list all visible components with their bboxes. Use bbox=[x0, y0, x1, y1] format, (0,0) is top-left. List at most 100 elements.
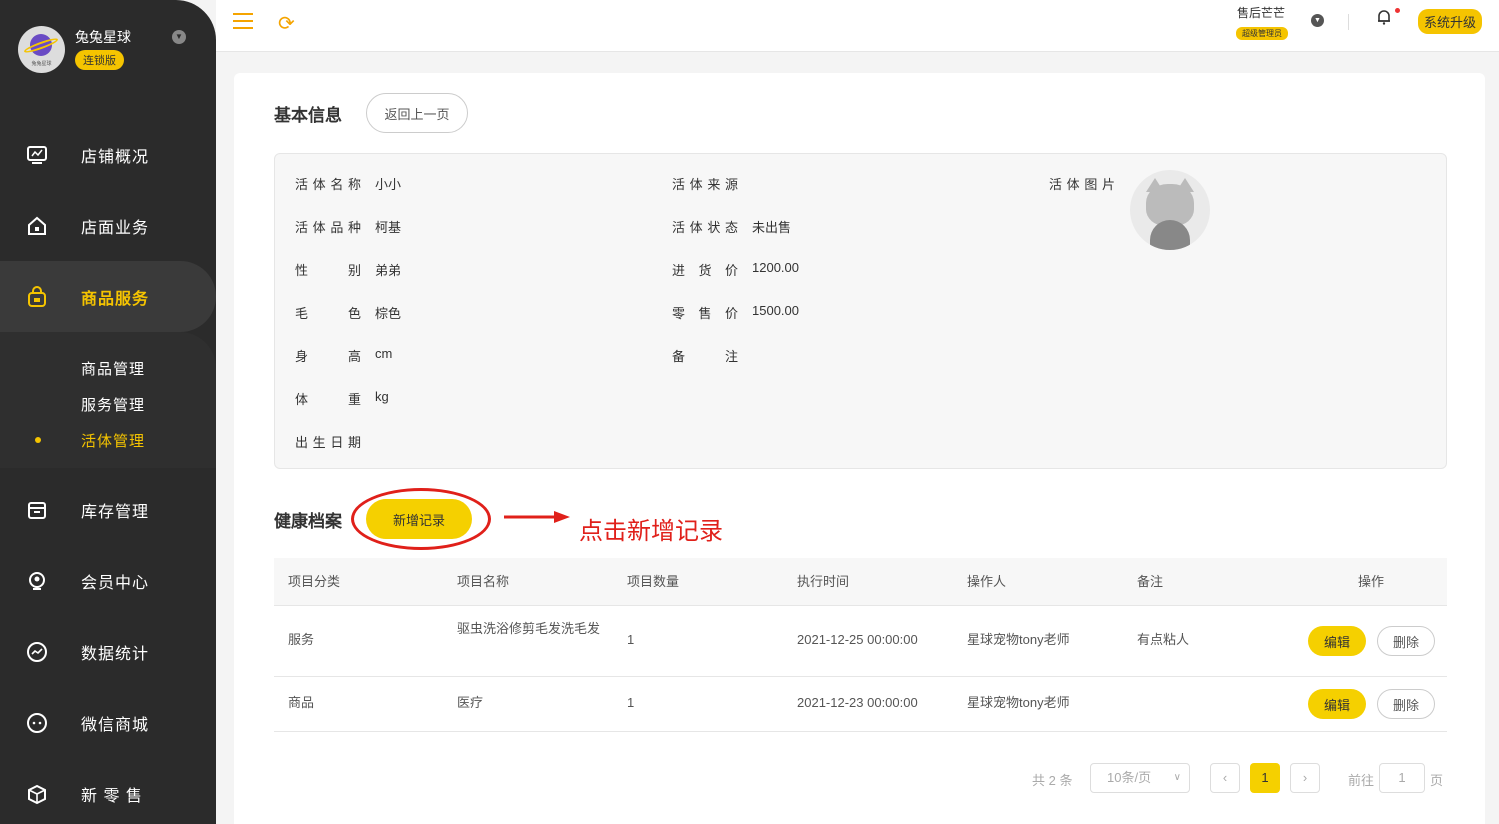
basic-info-title: 基本信息 bbox=[274, 106, 342, 125]
field-source: 活体来源 bbox=[672, 177, 740, 192]
field-status: 活体状态 未出售 bbox=[672, 220, 792, 235]
column-header: 项目名称 bbox=[457, 574, 510, 589]
field-retail-price: 零售价 1500.00 bbox=[672, 303, 799, 321]
basic-info-box: 活体名称 小小 活体品种 柯基 性别 弟弟 毛色 棕色 身高 cm 体重 kg 出生日期 活… bbox=[274, 153, 1447, 469]
field-birthdate: 出生日期 bbox=[295, 435, 363, 450]
bag-icon bbox=[25, 285, 49, 309]
field-weight: 体重 kg bbox=[295, 389, 389, 407]
column-header: 项目数量 bbox=[627, 574, 680, 589]
cell-qty: 1 bbox=[627, 632, 635, 647]
user-role-badge: 超级管理员 bbox=[1236, 27, 1288, 40]
sidebar-item-members[interactable]: 会员中心 bbox=[0, 545, 216, 616]
health-record-title: 健康档案 bbox=[274, 512, 342, 531]
field-breed: 活体品种 柯基 bbox=[295, 220, 402, 235]
cell-time: 2021-12-23 00:00:00 bbox=[797, 695, 918, 710]
notification-dot bbox=[1395, 8, 1400, 13]
goto-page-input[interactable]: 1 bbox=[1379, 763, 1425, 793]
sidebar-subitem-live-animals[interactable]: 活体管理 bbox=[81, 430, 145, 451]
field-remark: 备注 bbox=[672, 349, 740, 364]
sidebar-item-goods-service[interactable]: 商品服务 bbox=[0, 261, 216, 332]
chart-icon bbox=[25, 640, 49, 664]
cell-note: 有点粘人 bbox=[1137, 632, 1190, 647]
top-bar: ⟳ 售后芒芒 超级管理员 ▼ 系统升级 bbox=[216, 0, 1499, 52]
goto-label: 前往 bbox=[1348, 773, 1375, 788]
sidebar-item-label: 数据统计 bbox=[81, 645, 150, 663]
field-height: 身高 cm bbox=[295, 346, 393, 364]
divider bbox=[1348, 14, 1349, 30]
cell-name: 驱虫洗浴修剪毛发洗毛发 bbox=[457, 621, 601, 636]
sidebar-item-new-retail[interactable]: 新 零 售 bbox=[0, 758, 216, 824]
table-row: 商品 医疗 1 2021-12-23 00:00:00 星球宠物tony老师 编… bbox=[274, 677, 1447, 732]
member-icon bbox=[25, 569, 49, 593]
store-avatar[interactable]: 兔兔星球 bbox=[18, 26, 65, 73]
monitor-icon bbox=[25, 143, 49, 167]
user-name[interactable]: 售后芒芒 bbox=[1237, 4, 1285, 21]
sidebar-item-label: 会员中心 bbox=[81, 574, 150, 592]
cell-time: 2021-12-25 00:00:00 bbox=[797, 632, 918, 647]
column-header: 操作 bbox=[1358, 574, 1385, 589]
cell-category: 商品 bbox=[288, 695, 315, 710]
sidebar-item-inventory[interactable]: 库存管理 bbox=[0, 474, 216, 545]
column-header: 操作人 bbox=[967, 574, 1007, 589]
bell-icon[interactable] bbox=[1377, 9, 1391, 29]
sidebar-item-overview[interactable]: 店铺概况 bbox=[0, 119, 216, 190]
field-fur-color: 毛色 棕色 bbox=[295, 306, 402, 321]
cell-qty: 1 bbox=[627, 695, 635, 710]
edit-button[interactable]: 编辑 bbox=[1308, 626, 1366, 656]
column-header: 项目分类 bbox=[288, 574, 341, 589]
field-name: 活体名称 小小 bbox=[295, 177, 402, 192]
delete-button[interactable]: 删除 bbox=[1377, 689, 1435, 719]
prev-page-button[interactable]: ‹ bbox=[1210, 763, 1240, 793]
chevron-down-icon[interactable]: ▼ bbox=[172, 30, 186, 44]
column-header: 备注 bbox=[1137, 574, 1164, 589]
health-record-table: 项目分类 项目名称 项目数量 执行时间 操作人 备注 操作 服务 驱虫洗浴修剪毛… bbox=[274, 558, 1447, 732]
arrow-right-icon bbox=[504, 511, 570, 523]
animal-photo[interactable] bbox=[1130, 170, 1210, 250]
cell-operator: 星球宠物tony老师 bbox=[967, 695, 1070, 710]
sidebar-item-store-business[interactable]: 店面业务 bbox=[0, 190, 216, 261]
sidebar-item-label: 店铺概况 bbox=[81, 148, 150, 166]
sidebar-item-label: 微信商城 bbox=[81, 716, 150, 734]
back-button[interactable]: 返回上一页 bbox=[366, 93, 468, 133]
sidebar-item-label: 商品服务 bbox=[81, 290, 150, 308]
highlight-circle bbox=[351, 488, 491, 550]
field-gender: 性别 弟弟 bbox=[295, 263, 402, 278]
cell-name: 医疗 bbox=[457, 695, 484, 710]
field-photo-label: 活体图片 bbox=[1049, 177, 1117, 192]
sidebar: 兔兔星球 兔兔星球 连锁版 ▼ 店铺概况 店面业务 商品服务 商品管理 服务管理… bbox=[0, 0, 216, 824]
home-icon bbox=[25, 214, 49, 238]
column-header: 执行时间 bbox=[797, 574, 850, 589]
menu-toggle-icon[interactable] bbox=[233, 13, 253, 29]
edit-button[interactable]: 编辑 bbox=[1308, 689, 1366, 719]
active-dot-icon bbox=[35, 437, 41, 443]
chat-icon bbox=[25, 711, 49, 735]
current-page[interactable]: 1 bbox=[1250, 763, 1280, 793]
chevron-down-icon: ∨ bbox=[1173, 772, 1181, 783]
sidebar-item-wechat-mall[interactable]: 微信商城 bbox=[0, 687, 216, 758]
archive-icon bbox=[25, 498, 49, 522]
brand: 兔兔星球 兔兔星球 连锁版 bbox=[18, 26, 131, 73]
goto-suffix: 页 bbox=[1430, 773, 1444, 788]
next-page-button[interactable]: › bbox=[1290, 763, 1320, 793]
page-size-select[interactable]: 10条/页 ∨ bbox=[1090, 763, 1190, 793]
store-name: 兔兔星球 bbox=[75, 29, 131, 45]
delete-button[interactable]: 删除 bbox=[1377, 626, 1435, 656]
chevron-down-icon[interactable]: ▼ bbox=[1311, 14, 1324, 27]
box-icon bbox=[25, 782, 49, 806]
annotation-text: 点击新增记录 bbox=[579, 518, 723, 545]
sidebar-subitem-services[interactable]: 服务管理 bbox=[81, 394, 145, 415]
table-header: 项目分类 项目名称 项目数量 执行时间 操作人 备注 操作 bbox=[274, 558, 1447, 606]
sidebar-item-statistics[interactable]: 数据统计 bbox=[0, 616, 216, 687]
upgrade-button[interactable]: 系统升级 bbox=[1418, 9, 1483, 34]
sidebar-subitem-goods[interactable]: 商品管理 bbox=[81, 358, 145, 379]
logo-caption: 兔兔星球 bbox=[31, 61, 52, 67]
sidebar-item-label: 店面业务 bbox=[81, 219, 150, 237]
field-purchase-price: 进货价 1200.00 bbox=[672, 260, 799, 278]
table-row: 服务 驱虫洗浴修剪毛发洗毛发 1 2021-12-25 00:00:00 星球宠… bbox=[274, 606, 1447, 677]
cell-operator: 星球宠物tony老师 bbox=[967, 632, 1070, 647]
refresh-icon[interactable]: ⟳ bbox=[278, 11, 295, 36]
sidebar-item-label: 库存管理 bbox=[81, 503, 150, 521]
main-panel: 基本信息 返回上一页 活体名称 小小 活体品种 柯基 性别 弟弟 毛色 棕色 身高 cm … bbox=[234, 73, 1485, 824]
edition-badge: 连锁版 bbox=[75, 50, 124, 70]
cell-category: 服务 bbox=[288, 632, 315, 647]
